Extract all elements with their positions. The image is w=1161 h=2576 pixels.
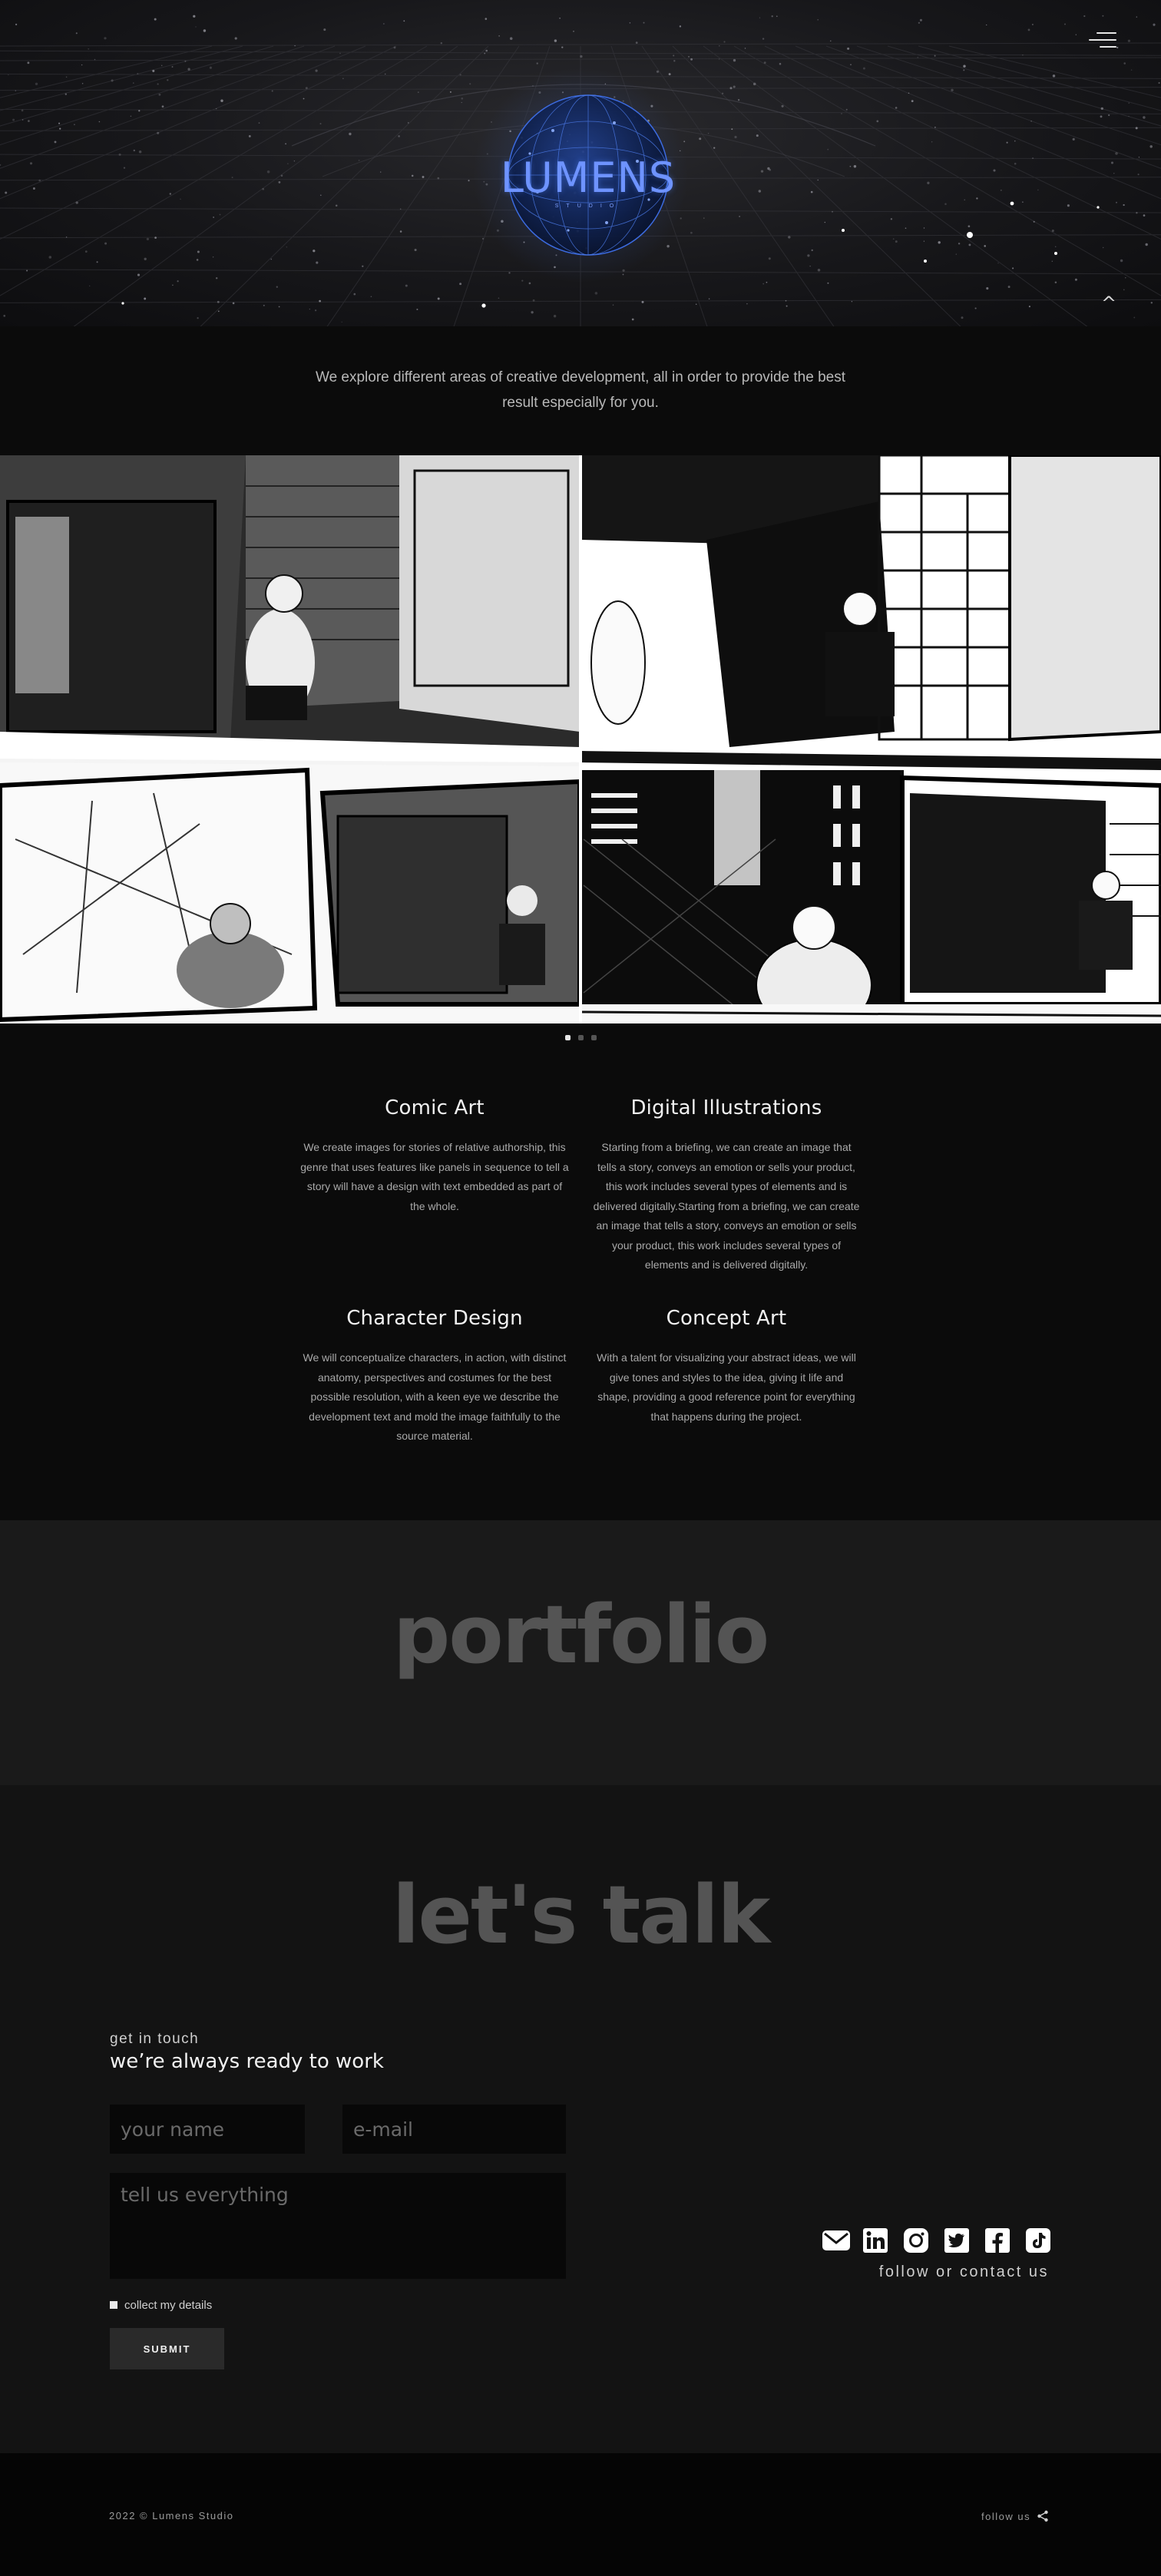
share-icon[interactable]: [1037, 2510, 1049, 2522]
service-title: Concept Art: [666, 1307, 787, 1330]
logo-tagline: STUDIO: [554, 203, 622, 209]
service-title: Digital Illustrations: [630, 1096, 822, 1119]
submit-button[interactable]: SUBMIT: [110, 2328, 224, 2369]
collect-details-checkbox[interactable]: collect my details: [110, 2298, 212, 2312]
social-links: [822, 2227, 1051, 2255]
footer: 2022 © Lumens Studio follow us: [0, 2453, 1161, 2576]
checkbox-square-icon[interactable]: [110, 2301, 117, 2309]
contact-kicker: get in touch: [110, 2031, 200, 2047]
services-section: Comic Art We create images for stories o…: [0, 1053, 1161, 1520]
service-description: With a talent for visualizing your abstr…: [597, 1351, 856, 1423]
hero-banner: LUMENS STUDIO ^: [0, 0, 1161, 326]
contact-section: let's talk get in touch we’re always rea…: [0, 1785, 1161, 2453]
service-character-design: Character Design We will conceptualize c…: [300, 1307, 569, 1447]
service-description: We will conceptualize characters, in act…: [303, 1351, 567, 1442]
copyright-text: 2022 © Lumens Studio: [109, 2510, 234, 2521]
message-textarea[interactable]: [110, 2173, 566, 2279]
hamburger-menu-icon[interactable]: [1089, 29, 1116, 52]
portfolio-section[interactable]: portfolio: [0, 1520, 1161, 1785]
follow-us-label: follow us: [981, 2510, 1031, 2522]
carousel-dot-2[interactable]: [578, 1035, 584, 1040]
service-concept-art: Concept Art With a talent for visualizin…: [592, 1307, 861, 1427]
service-description: We create images for stories of relative…: [300, 1141, 569, 1212]
email-input[interactable]: [342, 2105, 566, 2154]
comic-page-left: [0, 455, 582, 1023]
mail-icon[interactable]: [822, 2227, 851, 2254]
service-comic-art: Comic Art We create images for stories o…: [300, 1096, 569, 1216]
scroll-up-caret-icon[interactable]: ^: [1100, 294, 1118, 312]
comic-page-right: [580, 455, 1161, 1023]
comic-carousel[interactable]: [0, 455, 1161, 1023]
carousel-dots: [562, 1035, 599, 1041]
follow-contact-label: follow or contact us: [878, 2264, 1049, 2280]
tiktok-icon[interactable]: [1025, 2227, 1051, 2254]
contact-heading: let's talk: [392, 1868, 771, 1962]
service-description: Starting from a briefing, we can create …: [593, 1141, 860, 1271]
logo[interactable]: LUMENS STUDIO: [473, 88, 703, 265]
logo-wordmark: LUMENS: [500, 154, 676, 202]
follow-us-button[interactable]: follow us: [981, 2508, 1049, 2524]
consent-label: collect my details: [124, 2298, 213, 2312]
twitter-icon[interactable]: [944, 2227, 970, 2254]
service-title: Character Design: [346, 1307, 523, 1330]
portfolio-heading: portfolio: [392, 1588, 769, 1682]
carousel-dot-3[interactable]: [591, 1035, 597, 1040]
carousel-dot-1[interactable]: [565, 1035, 571, 1040]
name-input[interactable]: [110, 2105, 305, 2154]
service-digital-illustrations: Digital Illustrations Starting from a br…: [592, 1096, 861, 1275]
instagram-icon[interactable]: [903, 2227, 929, 2254]
intro-section: We explore different areas of creative d…: [0, 326, 1161, 455]
facebook-icon[interactable]: [984, 2227, 1011, 2254]
service-title: Comic Art: [385, 1096, 485, 1119]
linkedin-icon[interactable]: [862, 2227, 888, 2254]
contact-headline: we’re always ready to work: [110, 2050, 384, 2073]
comic-page-image: [0, 455, 1161, 1023]
intro-text: We explore different areas of creative d…: [315, 369, 846, 411]
